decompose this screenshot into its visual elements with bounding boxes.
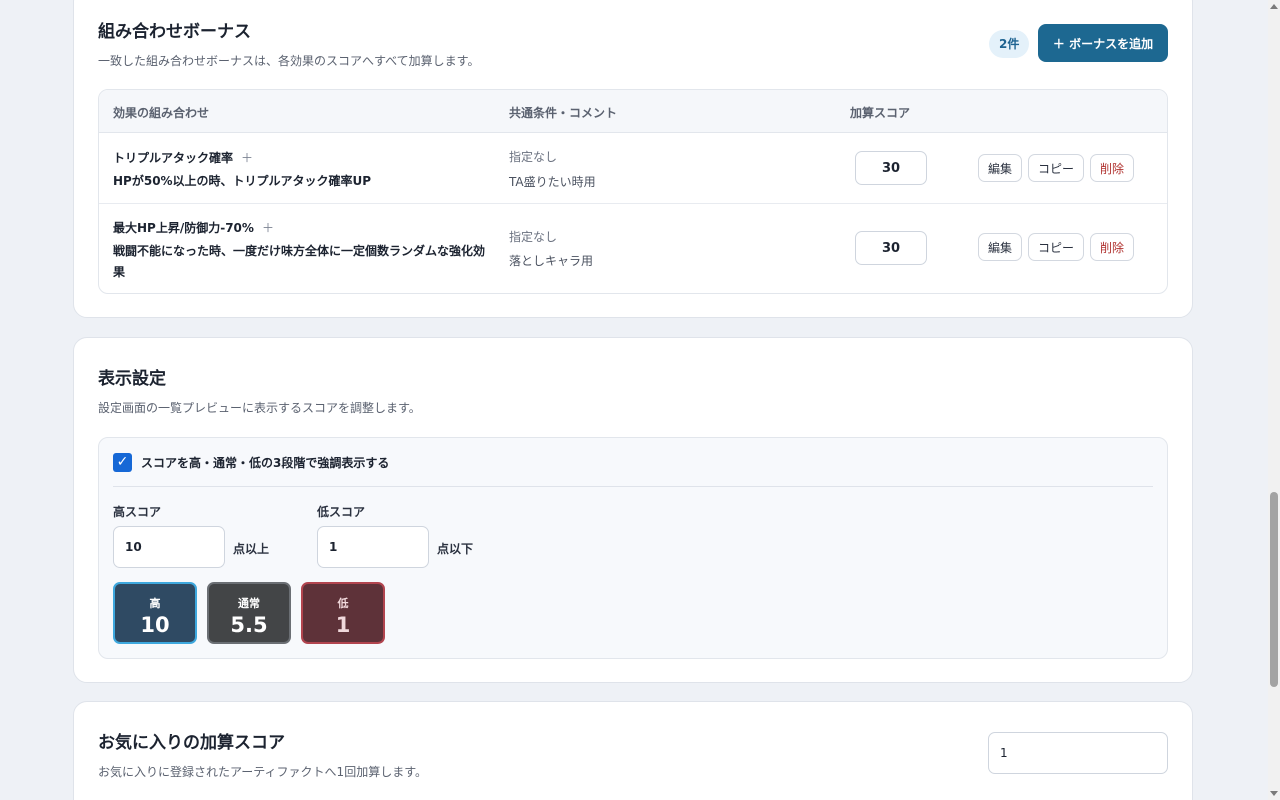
copy-button[interactable]: コピー [1028,154,1084,182]
preview-tile-value: 1 [335,613,351,637]
condition-text: 指定なし [509,230,558,244]
preview-tile-value: 5.5 [230,613,268,637]
preview-tile-high: 高 10 [113,582,197,644]
copy-button[interactable]: コピー [1028,233,1084,261]
scrollbar-thumb[interactable] [1270,492,1278,687]
display-header: 表示設定 設定画面の一覧プレビューに表示するスコアを調整します。 [98,364,421,416]
bonus-table-header: 効果の組み合わせ 共通条件・コメント 加算スコア [99,90,1167,133]
high-score-label: 高スコア [113,505,162,519]
favorite-header: お気に入りの加算スコア お気に入りに登録されたアーティファクトへ1回加算します。 [98,728,427,780]
score-input[interactable] [855,231,927,265]
divider [113,486,1153,487]
column-score: 加算スコア [850,106,911,120]
favorite-description: お気に入りに登録されたアーティファクトへ1回加算します。 [98,765,427,779]
favorite-score-card: お気に入りの加算スコア お気に入りに登録されたアーティファクトへ1回加算します。 [73,701,1193,800]
favorite-title: お気に入りの加算スコア [98,733,285,753]
low-score-input[interactable] [317,526,429,568]
edit-button[interactable]: 編集 [978,233,1022,261]
high-score-input[interactable] [113,526,225,568]
bonus-count-badge: 2件 [989,30,1030,58]
add-effect-icon[interactable]: ＋ [241,151,253,165]
condition-text: 指定なし [509,150,558,164]
checkmark-icon: ✓ [116,454,129,470]
add-bonus-button[interactable]: ＋ ボーナスを追加 [1038,24,1168,62]
comment-text: TA盛りたい時用 [509,175,596,189]
edit-button[interactable]: 編集 [978,154,1022,182]
display-title: 表示設定 [98,369,166,389]
table-row: 最大HP上昇/防御力-70% ＋ 戦闘不能になった時、一度だけ味方全体に一定個数ラ… [99,204,1167,293]
low-score-label: 低スコア [317,505,366,519]
score-input[interactable] [855,151,927,185]
display-settings-card: 表示設定 設定画面の一覧プレビューに表示するスコアを調整します。 ✓ スコアを高… [73,337,1193,683]
effect-name: 最大HP上昇/防御力-70% ＋ [113,219,274,236]
add-effect-icon[interactable]: ＋ [262,221,274,235]
highlight-checkbox[interactable]: ✓ [113,453,132,472]
bonus-header: 組み合わせボーナス 一致した組み合わせボーナスは、各効果のスコアへすべて加算しま… [98,17,479,69]
column-condition: 共通条件・コメント [509,106,618,120]
table-row: トリプルアタック確率 ＋ HPが50%以上の時、トリプルアタック確率UP 指定なし… [99,133,1167,204]
preview-tile-label: 通常 [238,597,260,610]
preview-tile-normal: 通常 5.5 [207,582,291,644]
effect-name-text: 最大HP上昇/防御力-70% [113,221,254,235]
bonus-table: 効果の組み合わせ 共通条件・コメント 加算スコア トリプルアタック確率 ＋ HPが… [98,89,1168,294]
preview-tile-low: 低 1 [301,582,385,644]
delete-button[interactable]: 削除 [1090,154,1134,182]
preview-tile-label: 低 [337,597,349,610]
bonus-title: 組み合わせボーナス [98,22,251,42]
bonus-card: 組み合わせボーナス 一致した組み合わせボーナスは、各効果のスコアへすべて加算しま… [73,0,1193,318]
comment-text: 落としキャラ用 [509,254,594,268]
page-scrollbar[interactable] [1268,0,1280,800]
highlight-settings-box: ✓ スコアを高・通常・低の3段階で強調表示する 高スコア 点以上 低スコア 点以… [98,437,1168,659]
scroll-up-icon[interactable] [1270,4,1278,9]
delete-button[interactable]: 削除 [1090,233,1134,261]
scroll-down-icon[interactable] [1270,791,1278,796]
column-effects: 効果の組み合わせ [113,106,210,120]
bonus-description: 一致した組み合わせボーナスは、各効果のスコアへすべて加算します。 [98,54,480,68]
display-description: 設定画面の一覧プレビューに表示するスコアを調整します。 [98,401,421,415]
effect-name-text: トリプルアタック確率 [113,151,234,165]
effect-name: トリプルアタック確率 ＋ [113,149,253,166]
low-score-unit: 点以下 [437,542,474,556]
highlight-checkbox-label[interactable]: スコアを高・通常・低の3段階で強調表示する [141,454,389,471]
effect-description: 戦闘不能になった時、一度だけ味方全体に一定個数ランダムな強化効果 [113,244,486,279]
effect-description: HPが50%以上の時、トリプルアタック確率UP [113,174,372,188]
favorite-score-input[interactable] [988,732,1168,774]
high-score-unit: 点以上 [233,542,270,556]
preview-tile-label: 高 [149,597,161,610]
preview-tile-value: 10 [140,613,170,637]
